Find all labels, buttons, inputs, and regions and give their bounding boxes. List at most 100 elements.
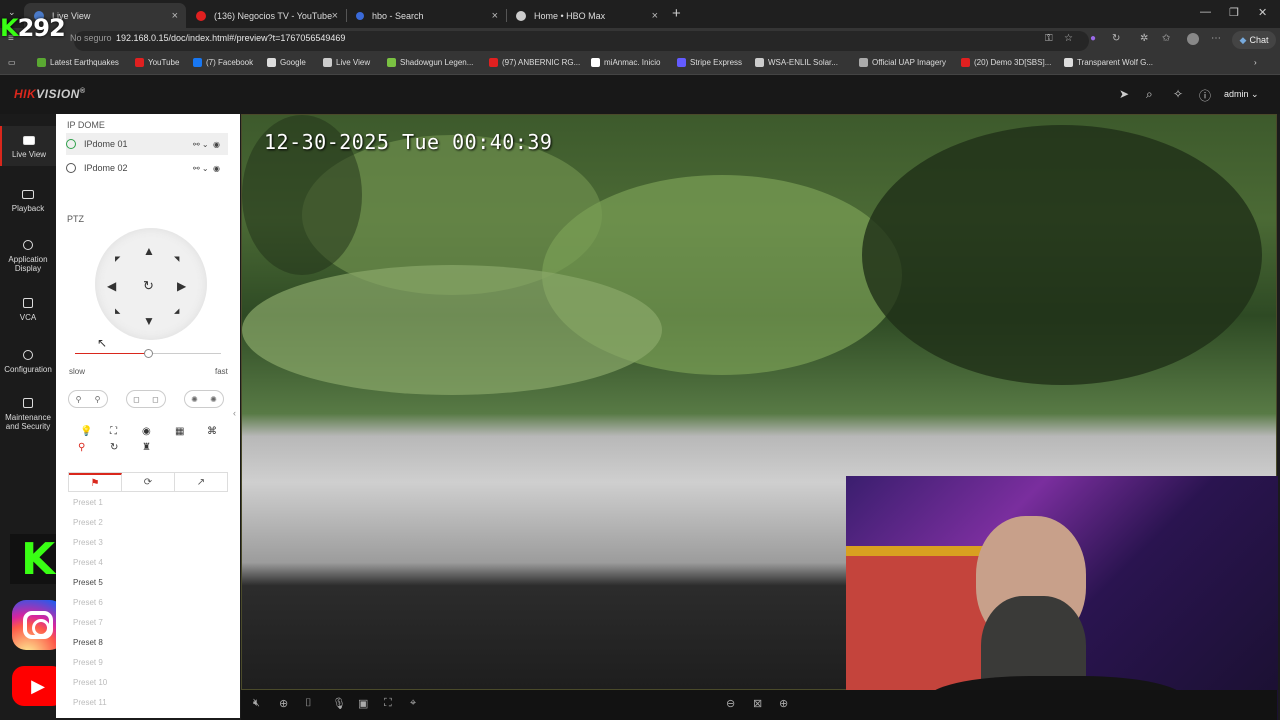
- bookmark-item[interactable]: WSA-ENLIL Solar...: [755, 58, 838, 67]
- ptz-up-button[interactable]: ▲: [143, 244, 155, 258]
- url-text[interactable]: 192.168.0.15/doc/index.html#/preview?t=1…: [116, 33, 345, 43]
- nav-application-display[interactable]: Application Display: [0, 240, 56, 273]
- bookmark-item[interactable]: (97) ANBERNIC RG...: [489, 58, 580, 67]
- person-track-icon[interactable]: ♜: [142, 442, 151, 453]
- ptz-right-button[interactable]: ▶: [177, 279, 186, 293]
- iris-buttons[interactable]: ✺ ✺: [184, 390, 224, 408]
- star-icon[interactable]: ☆: [1064, 33, 1073, 44]
- ptz-down-right-button[interactable]: ◢: [174, 307, 179, 315]
- snapshot-icon[interactable]: ⌷: [305, 697, 312, 710]
- preset-item[interactable]: Preset 8: [73, 638, 103, 647]
- bookmark-item[interactable]: Live View: [323, 58, 370, 67]
- light-icon[interactable]: 💡: [80, 426, 92, 437]
- tab-patrols[interactable]: ⟳: [122, 473, 175, 491]
- preset-item[interactable]: Preset 2: [73, 518, 103, 527]
- ptz-down-button[interactable]: ▼: [143, 314, 155, 328]
- tab-close-icon[interactable]: ×: [332, 10, 338, 22]
- next-window-icon[interactable]: ⊕: [779, 697, 788, 710]
- extension-icon[interactable]: ●: [1090, 33, 1096, 44]
- minimize-icon[interactable]: —: [1200, 6, 1211, 18]
- bookmarks-overflow-icon[interactable]: ›: [1254, 58, 1257, 67]
- iris-close-icon[interactable]: ✺: [191, 395, 198, 404]
- fullscreen-icon[interactable]: ⛶: [384, 697, 392, 710]
- ptz-up-right-button[interactable]: ◥: [174, 255, 179, 263]
- park-icon[interactable]: ↻: [110, 442, 118, 453]
- microphone-icon[interactable]: 🎙︎: [332, 697, 346, 710]
- preset-item[interactable]: Preset 6: [73, 598, 103, 607]
- zoom-out-icon[interactable]: ⚲: [76, 395, 82, 404]
- preset-item[interactable]: Preset 9: [73, 658, 103, 667]
- collapse-panel-handle[interactable]: ‹: [233, 408, 236, 418]
- nav-vca[interactable]: VCA: [0, 298, 56, 322]
- zoom-icon[interactable]: ⊕: [279, 697, 288, 710]
- info-icon[interactable]: ⓘ: [1199, 87, 1211, 104]
- camera-controls[interactable]: ⚯ ⌄ ◉: [193, 140, 220, 149]
- restore-icon[interactable]: ❐: [1229, 6, 1239, 19]
- close-window-icon[interactable]: ✕: [1258, 6, 1267, 19]
- preset-item[interactable]: Preset 5: [73, 578, 103, 587]
- tab-hbo-max[interactable]: Home • HBO Max ×: [506, 3, 666, 28]
- focus-near-icon[interactable]: ◻: [133, 395, 140, 404]
- key-icon[interactable]: ⚿: [1045, 33, 1053, 44]
- nav-playback[interactable]: Playback: [0, 190, 56, 213]
- ptz-down-left-button[interactable]: ◣: [115, 307, 120, 315]
- area-focus-icon[interactable]: ⛶: [110, 426, 117, 437]
- layout-icon[interactable]: ▦: [175, 426, 184, 437]
- tab-close-icon[interactable]: ×: [652, 10, 658, 22]
- focus-buttons[interactable]: ◻ ◻: [126, 390, 166, 408]
- wizard-icon[interactable]: ✧: [1173, 87, 1183, 101]
- nav-maintenance[interactable]: Maintenance and Security: [0, 398, 56, 431]
- user-menu[interactable]: admin ⌄: [1224, 89, 1259, 100]
- stop-all-icon[interactable]: ⊠: [753, 697, 762, 710]
- iris-open-icon[interactable]: ✺: [210, 395, 217, 404]
- nav-configuration[interactable]: Configuration: [0, 350, 56, 374]
- sidebar-toggle-icon[interactable]: ▭: [8, 58, 16, 67]
- nav-live-view[interactable]: Live View: [0, 126, 56, 166]
- tab-negocios-youtube[interactable]: (136) Negocios TV - YouTube ×: [186, 3, 347, 28]
- bookmark-item[interactable]: Google: [267, 58, 306, 67]
- prev-window-icon[interactable]: ⊖: [726, 697, 735, 710]
- manual-track-icon[interactable]: ⚲: [78, 442, 85, 453]
- insecure-label[interactable]: No seguro: [70, 33, 112, 43]
- camera-item-1[interactable]: IPdome 01 ⚯ ⌄ ◉: [66, 133, 228, 155]
- zoom-in-icon[interactable]: ⚲: [95, 395, 101, 404]
- camera-item-2[interactable]: IPdome 02 ⚯ ⌄ ◉: [66, 157, 228, 179]
- send-icon[interactable]: ➤: [1119, 87, 1129, 101]
- preset-item[interactable]: Preset 11: [73, 698, 107, 707]
- tab-hbo-search[interactable]: hbo - Search ×: [346, 3, 507, 28]
- tab-patterns[interactable]: ↗: [175, 473, 227, 491]
- preset-item[interactable]: Preset 10: [73, 678, 107, 687]
- ptz-left-button[interactable]: ◀: [107, 279, 116, 293]
- preset-item[interactable]: Preset 1: [73, 498, 103, 507]
- search-icon[interactable]: ⌕: [1146, 87, 1153, 102]
- chat-button[interactable]: ◆ Chat: [1232, 31, 1276, 49]
- bookmark-item[interactable]: (7) Facebook: [193, 58, 253, 67]
- speed-slider-knob[interactable]: [144, 349, 153, 358]
- focus-far-icon[interactable]: ◻: [152, 395, 159, 404]
- camera-controls[interactable]: ⚯ ⌄ ◉: [193, 164, 220, 173]
- tracking-icon[interactable]: ⌘: [207, 426, 217, 437]
- preset-item[interactable]: Preset 3: [73, 538, 103, 547]
- tab-close-icon[interactable]: ×: [172, 10, 178, 22]
- bookmark-item[interactable]: Latest Earthquakes: [37, 58, 119, 67]
- bookmark-item[interactable]: YouTube: [135, 58, 179, 67]
- new-tab-button[interactable]: +: [672, 5, 681, 22]
- bookmark-item[interactable]: (20) Demo 3D[SBS]...: [961, 58, 1051, 67]
- collections-icon[interactable]: [1187, 33, 1199, 45]
- area-zoom-icon[interactable]: ⌖: [410, 697, 416, 710]
- favorites-icon[interactable]: ✩: [1162, 33, 1170, 44]
- preset-item[interactable]: Preset 4: [73, 558, 103, 567]
- wiper-icon[interactable]: ◉: [142, 426, 151, 437]
- record-icon[interactable]: ▣: [358, 697, 368, 710]
- ptz-up-left-button[interactable]: ◤: [115, 255, 120, 263]
- preset-item[interactable]: Preset 7: [73, 618, 103, 627]
- bookmark-item[interactable]: miAnmac. Inicio: [591, 58, 660, 67]
- bookmark-item[interactable]: Stripe Express: [677, 58, 742, 67]
- bookmark-item[interactable]: Official UAP Imagery: [859, 58, 946, 67]
- bookmark-item[interactable]: Transparent Wolf G...: [1064, 58, 1153, 67]
- mute-icon[interactable]: 🔇︎: [253, 697, 260, 710]
- more-icon[interactable]: ⋯: [1211, 33, 1221, 44]
- refresh-ext-icon[interactable]: ↻: [1112, 33, 1120, 44]
- tab-close-icon[interactable]: ×: [492, 10, 498, 22]
- ptz-reset-button[interactable]: ↻: [143, 278, 154, 294]
